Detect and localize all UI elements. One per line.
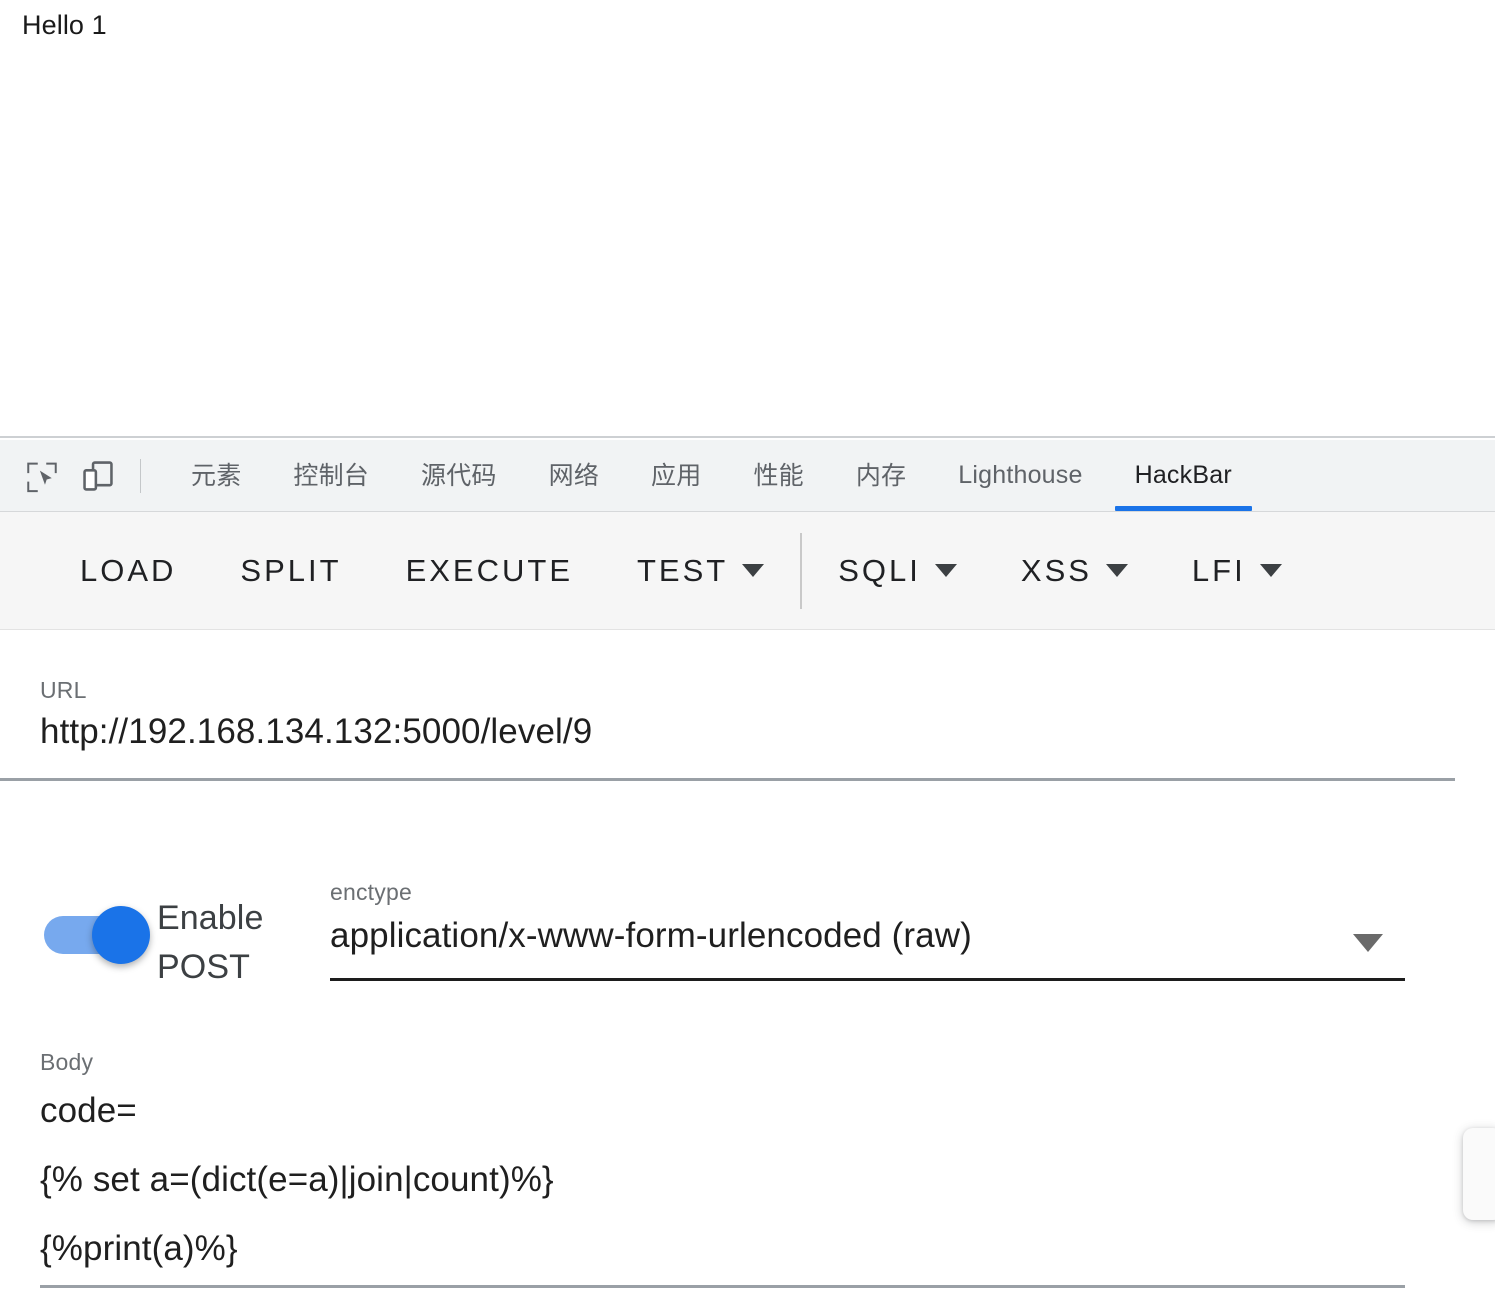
body-field[interactable]: Body code= {% set a=(dict(e=a)|join|coun… bbox=[40, 1048, 1405, 1283]
tab-label: Lighthouse bbox=[958, 461, 1083, 489]
split-button[interactable]: SPLIT bbox=[208, 512, 373, 629]
tab-label: 元素 bbox=[191, 461, 242, 490]
url-field[interactable]: URL http://192.168.134.132:5000/level/9 bbox=[40, 676, 1495, 756]
tab-elements[interactable]: 元素 bbox=[165, 440, 267, 511]
floating-side-card[interactable] bbox=[1463, 1128, 1495, 1220]
body-line[interactable]: {% set a=(dict(e=a)|join|count)%} bbox=[40, 1145, 1405, 1214]
lfi-label: LFI bbox=[1191, 552, 1246, 588]
tab-label: 源代码 bbox=[421, 461, 497, 490]
enable-post-toggle[interactable] bbox=[44, 906, 150, 964]
toolbar-group-divider bbox=[800, 532, 803, 609]
tab-performance[interactable]: 性能 bbox=[727, 440, 829, 511]
enctype-select[interactable]: application/x-www-form-urlencoded (raw) bbox=[330, 912, 1405, 974]
inspect-element-glyph bbox=[25, 459, 59, 493]
test-menu-button[interactable]: TEST bbox=[605, 512, 796, 629]
tab-label: 应用 bbox=[651, 461, 702, 490]
enctype-label: enctype bbox=[330, 879, 412, 905]
hackbar-panel: URL http://192.168.134.132:5000/level/9 … bbox=[0, 630, 1495, 1304]
tab-label: HackBar bbox=[1134, 461, 1232, 489]
body-label: Body bbox=[40, 1049, 94, 1075]
xss-label: XSS bbox=[1020, 552, 1092, 588]
tab-lighthouse[interactable]: Lighthouse bbox=[932, 440, 1108, 511]
page-heading: Hello 1 bbox=[22, 10, 107, 40]
toggle-knob bbox=[92, 906, 150, 964]
chevron-down-icon bbox=[1259, 564, 1282, 577]
execute-button[interactable]: EXECUTE bbox=[374, 512, 605, 629]
lfi-menu-button[interactable]: LFI bbox=[1160, 512, 1314, 629]
sqli-menu-button[interactable]: SQLI bbox=[806, 512, 989, 629]
tab-console[interactable]: 控制台 bbox=[267, 440, 395, 511]
enctype-field[interactable]: enctype application/x-www-form-urlencode… bbox=[330, 878, 1405, 981]
tab-label: 内存 bbox=[855, 461, 907, 490]
chevron-down-icon bbox=[742, 564, 765, 577]
execute-label: EXECUTE bbox=[405, 552, 573, 588]
chevron-down-icon bbox=[934, 564, 957, 577]
tab-application[interactable]: 应用 bbox=[625, 440, 727, 511]
body-line[interactable]: code= bbox=[40, 1076, 1405, 1145]
url-input[interactable]: http://192.168.134.132:5000/level/9 bbox=[40, 708, 1495, 756]
enctype-value: application/x-www-form-urlencoded (raw) bbox=[330, 916, 972, 955]
tab-network[interactable]: 网络 bbox=[523, 440, 625, 511]
post-row: Enable POST enctype application/x-www-fo… bbox=[0, 878, 1495, 1220]
load-button[interactable]: LOAD bbox=[0, 512, 208, 629]
test-label: TEST bbox=[637, 552, 729, 588]
hackbar-toolbar: LOAD SPLIT EXECUTE TEST SQLI XSS LFI bbox=[0, 512, 1495, 630]
page-viewport: Hello 1 bbox=[0, 0, 1495, 438]
enable-post-label: Enable POST bbox=[157, 899, 264, 986]
load-label: LOAD bbox=[80, 552, 177, 588]
device-toolbar-icon[interactable] bbox=[70, 440, 126, 511]
body-line[interactable]: {%print(a)%} bbox=[40, 1214, 1405, 1283]
chevron-down-icon bbox=[1105, 564, 1128, 577]
tab-memory[interactable]: 内存 bbox=[830, 440, 932, 511]
inspect-element-icon[interactable] bbox=[14, 440, 70, 511]
body-field-underline bbox=[40, 1285, 1405, 1288]
tab-label: 性能 bbox=[753, 461, 804, 490]
url-field-underline bbox=[0, 778, 1455, 781]
devtools-tabstrip: 元素 控制台 源代码 网络 应用 性能 内存 Lighthouse HackBa… bbox=[0, 440, 1495, 512]
tab-sources[interactable]: 源代码 bbox=[395, 440, 523, 511]
enctype-field-underline bbox=[330, 978, 1405, 981]
tab-label: 网络 bbox=[548, 461, 600, 490]
chevron-down-icon[interactable] bbox=[1353, 934, 1383, 952]
tab-label: 控制台 bbox=[293, 461, 370, 490]
devtools-tab-list: 元素 控制台 源代码 网络 应用 性能 内存 Lighthouse HackBa… bbox=[165, 440, 1258, 511]
xss-menu-button[interactable]: XSS bbox=[989, 512, 1160, 629]
url-label: URL bbox=[40, 677, 87, 703]
tab-hackbar[interactable]: HackBar bbox=[1109, 440, 1258, 511]
split-label: SPLIT bbox=[240, 552, 342, 588]
device-toolbar-glyph bbox=[81, 459, 115, 493]
sqli-label: SQLI bbox=[838, 552, 921, 588]
toolbar-divider bbox=[140, 458, 141, 493]
